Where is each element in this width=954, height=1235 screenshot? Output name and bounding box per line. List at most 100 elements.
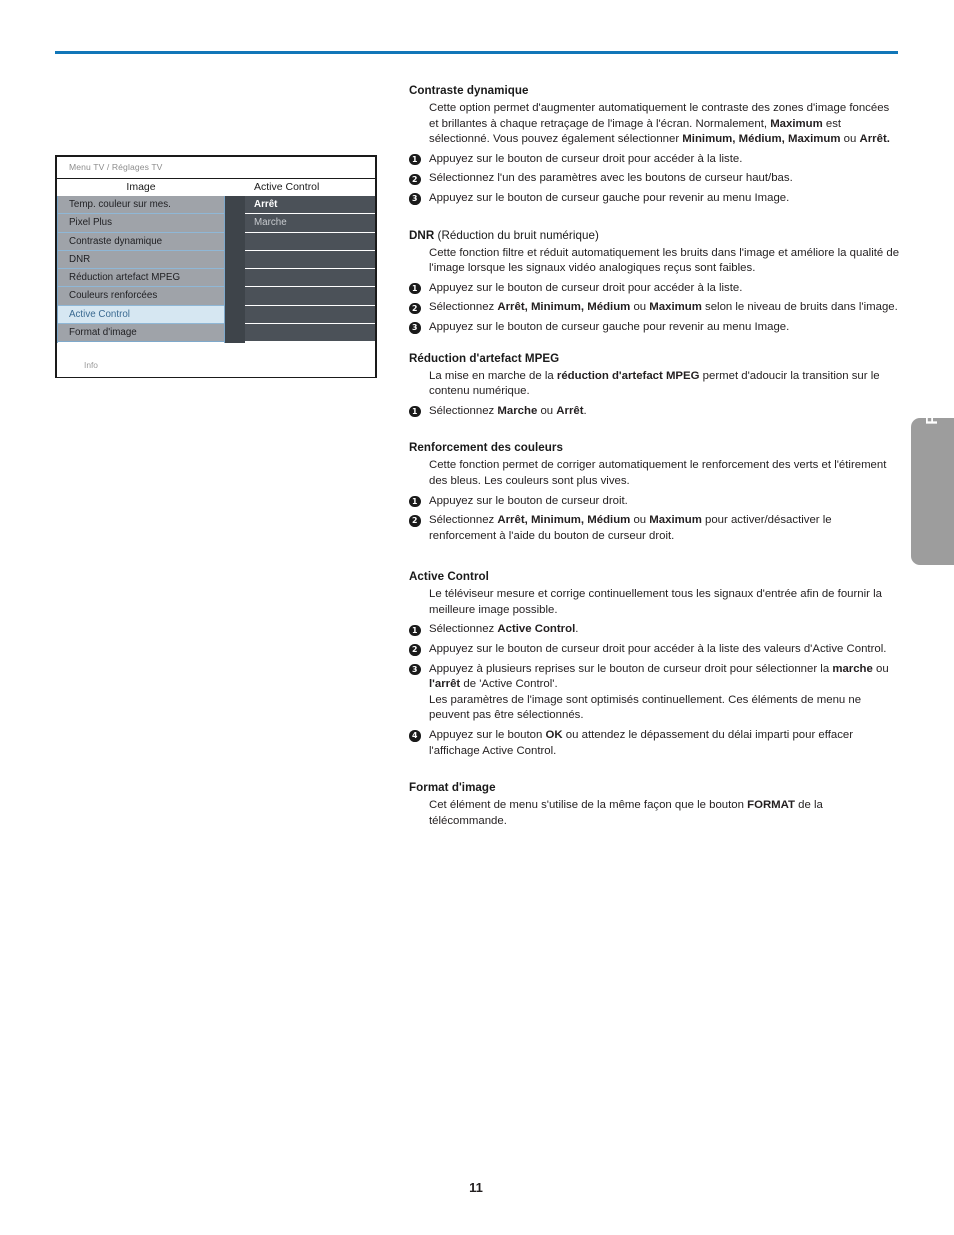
text-run: ou [537,404,557,417]
step-number-icon: 1 [409,405,421,418]
text-strong: Marche [497,404,538,417]
tv-menu-columns: Image Temp. couleur sur mes. Pixel Plus … [57,179,375,343]
tv-menu-right-header: Active Control [245,179,375,196]
text-strong: Arrêt, Minimum, Médium [497,514,631,527]
step-number-icon: 3 [409,193,421,205]
tv-menu-item-reduction-artefact-mpeg[interactable]: Réduction artefact MPEG [58,269,224,288]
text-run: Sélectionnez [429,623,498,636]
tv-menu-value-empty-2 [245,250,375,270]
step-text: Appuyez sur le bouton de curseur gauche … [429,191,790,204]
tv-menu-item-pixel-plus[interactable]: Pixel Plus [58,214,224,233]
tv-menu-item-couleurs-renforcees[interactable]: Couleurs renforcées [58,287,224,306]
step-subtext: Les paramètres de l'image sont optimisés… [429,693,862,722]
tv-menu-illustration: Menu TV / Réglages TV Image Temp. couleu… [55,155,377,378]
step-number-icon: 4 [409,730,421,742]
tv-menu-value-empty-5 [245,305,375,325]
list-item: 1 Appuyez sur le bouton de curseur droit… [409,494,901,510]
list-item: 4 Appuyez sur le bouton OK ou attendez l… [409,728,901,759]
tv-menu-item-format-image[interactable]: Format d'image [58,324,224,343]
step-text: Appuyez sur le bouton de curseur droit. [429,494,628,507]
step-number-icon: 3 [409,663,421,676]
text-run: La mise en marche de la [429,369,557,382]
text-run: Sélectionnez [429,301,498,314]
step-list: 1 Sélectionnez Marche ou Arrêt. [409,404,901,420]
language-tab-label: Française [924,350,941,425]
tv-menu-value-arret[interactable]: Arrêt [245,196,375,215]
tv-menu-item-dnr[interactable]: DNR [58,250,224,270]
list-item: 2 Appuyez sur le bouton de curseur droit… [409,642,901,658]
tv-menu-item-temp-couleur[interactable]: Temp. couleur sur mes. [58,196,224,215]
tv-menu-value-empty-1 [245,232,375,251]
section-title: Réduction d'artefact MPEG [409,351,560,365]
text-run: ou [630,301,650,314]
list-item: 1 Appuyez sur le bouton de curseur droit… [409,152,901,168]
text-strong: réduction d'artefact MPEG [556,369,700,382]
tv-menu-value-empty-4 [245,287,375,306]
step-text: Appuyez sur le bouton de curseur gauche … [429,320,790,333]
section-contraste-dynamique: Contraste dynamique Cette option permet … [409,84,901,207]
step-number-icon: 2 [409,515,421,527]
header-rule [55,51,898,54]
section-paragraph: Cet élément de menu s'utilise de la même… [429,798,901,829]
step-list: 1 Appuyez sur le bouton de curseur droit… [409,281,901,336]
section-format-image: Format d'image Cet élément de menu s'uti… [409,781,901,829]
text-run: (Réduction du bruit numérique) [434,228,599,242]
section-reduction-artefact-mpeg: Réduction d'artefact MPEG La mise en mar… [409,352,901,420]
section-title: Contraste dynamique [409,84,529,97]
text-run: Sélectionnez [429,514,498,527]
list-item: 3 Appuyez sur le bouton de curseur gauch… [409,320,901,336]
list-item: 3 Appuyez à plusieurs reprises sur le bo… [409,662,901,724]
section-title: Renforcement des couleurs [409,441,563,455]
list-item: 2 Sélectionnez l'un des paramètres avec … [409,171,901,187]
tv-menu-value-empty-6 [245,324,375,343]
text-run: Appuyez à plusieurs reprises sur le bout… [429,662,833,675]
text-run: . [575,623,579,636]
text-strong: Maximum [649,301,702,314]
step-number-icon: 2 [409,173,421,186]
section-title: DNR (Réduction du bruit numérique) [409,229,901,242]
step-number-icon: 1 [409,282,421,295]
step-list: 1 Appuyez sur le bouton de curseur droit… [409,494,901,545]
tv-menu-info-label: Info [57,343,375,377]
text-strong: Arrêt, Minimum, Médium [497,301,631,314]
tv-menu-item-contraste-dynamique[interactable]: Contraste dynamique [58,232,224,251]
text-run: ou [840,133,860,146]
section-active-control: Active Control Le téléviseur mesure et c… [409,570,901,759]
step-text: Appuyez sur le bouton de curseur droit p… [429,152,743,165]
section-paragraph: La mise en marche de la réduction d'arte… [429,369,901,400]
text-run: . [583,404,587,417]
tv-menu-item-active-control[interactable]: Active Control [58,305,224,325]
section-paragraph: Cette fonction permet de corriger automa… [429,459,887,487]
text-strong: Arrêt. [859,133,890,146]
step-text: Appuyez sur le bouton de curseur droit p… [429,281,743,294]
section-paragraph: Cette fonction filtre et réduit automati… [429,246,900,275]
page-number-value: 11 [469,1180,483,1195]
step-number-icon: 1 [409,624,421,637]
text-strong: Arrêt [556,404,584,417]
text-run: Cet élément de menu s'utilise de la même… [429,799,748,812]
page-number: 11 [0,1180,954,1195]
tv-menu-left-header: Image [57,179,225,196]
section-title: Format d'image [409,781,496,795]
tv-menu-left-column: Image Temp. couleur sur mes. Pixel Plus … [57,179,225,343]
text-run: Appuyez sur le bouton [429,729,546,742]
step-number-icon: 2 [409,302,421,315]
text-run: de 'Active Control'. [460,678,558,691]
step-number-icon: 1 [409,495,421,508]
section-paragraph: Le téléviseur mesure et corrige continue… [429,588,882,616]
text-strong: marche [832,662,873,675]
text-strong: DNR [409,228,435,242]
text-strong: Minimum, Médium, Maximum [682,133,841,146]
step-text: Sélectionnez l'un des paramètres avec le… [429,172,793,185]
list-item: 1 Sélectionnez Marche ou Arrêt. [409,404,901,420]
text-strong: l'arrêt [429,678,461,691]
tv-menu-right-column: Active Control Arrêt Marche [245,179,375,343]
list-item: 1 Sélectionnez Active Control. [409,622,901,638]
tv-menu-value-marche[interactable]: Marche [245,214,375,233]
tv-menu-right-list: Arrêt Marche [245,196,375,343]
